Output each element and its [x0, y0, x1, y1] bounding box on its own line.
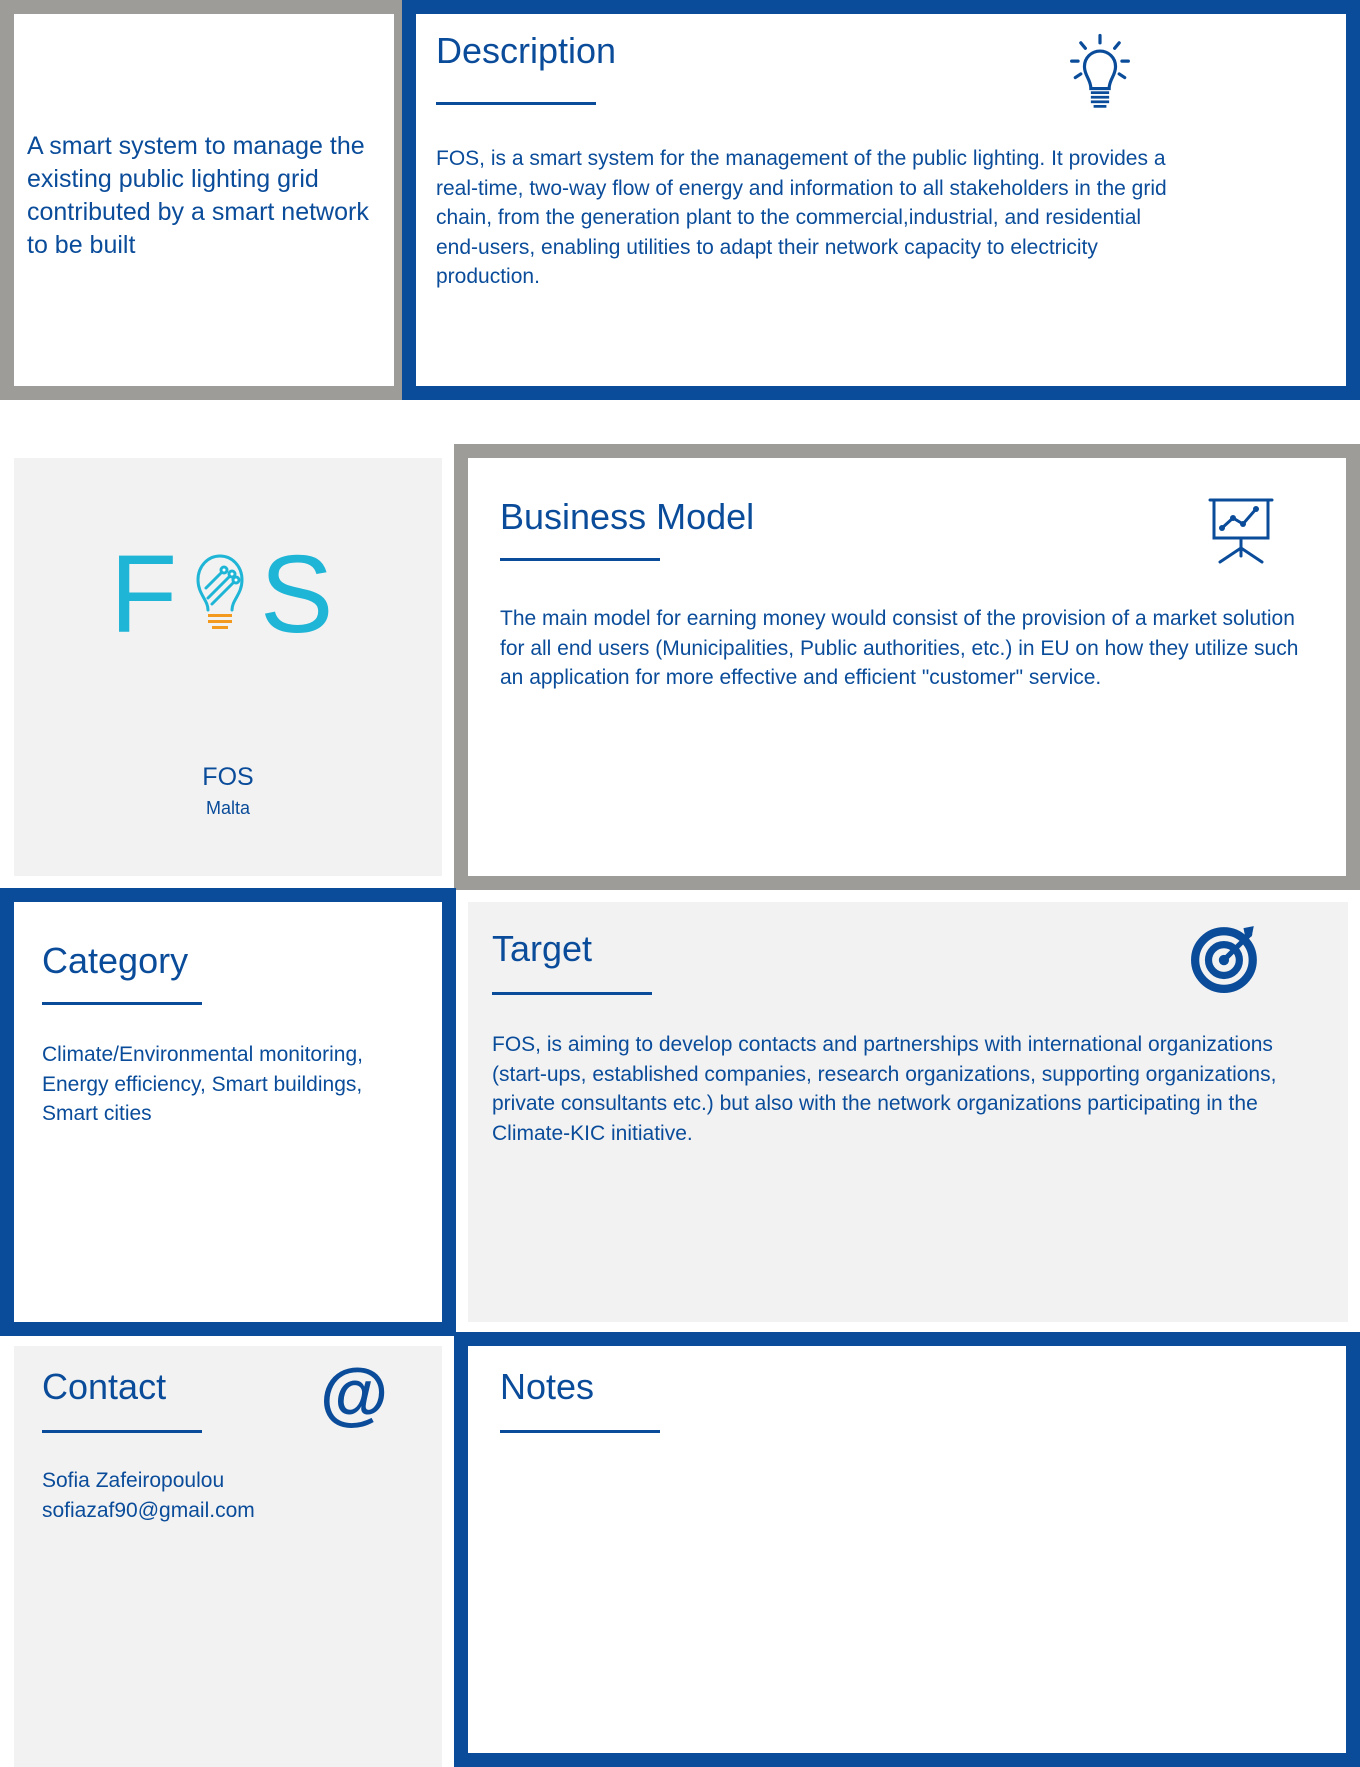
- contact-underline: [42, 1430, 202, 1433]
- contact-email[interactable]: sofiazaf90@gmail.com: [42, 1496, 255, 1526]
- description-text: FOS, is a smart system for the managemen…: [436, 147, 1167, 288]
- notes-underline: [500, 1430, 660, 1433]
- category-underline: [42, 1002, 202, 1005]
- category-title: Category: [42, 940, 189, 981]
- logo-letter-s: S: [260, 533, 334, 656]
- target-card: Target FOS, is aiming to develop contact…: [468, 902, 1348, 1322]
- svg-text:@: @: [319, 1360, 387, 1430]
- notes-card: Notes: [454, 1332, 1360, 1767]
- contact-name: Sofia Zafeiropoulou: [42, 1469, 225, 1492]
- company-country: Malta: [205, 798, 250, 818]
- description-card: Description FOS, is a smart system for t…: [402, 0, 1360, 400]
- target-icon: [1191, 926, 1257, 993]
- target-title: Target: [492, 928, 593, 969]
- company-card: F S FOS Malta: [14, 458, 442, 876]
- notes-title: Notes: [500, 1366, 595, 1407]
- target-underline: [492, 992, 652, 995]
- at-sign-icon: @: [319, 1360, 387, 1430]
- business-model-underline: [500, 558, 660, 561]
- logo-letter-f: F: [110, 533, 178, 656]
- tagline-text: A smart system to manage the existing pu…: [27, 132, 369, 259]
- business-model-card: Business Model The main model for earnin…: [454, 444, 1360, 890]
- category-card: Category Climate/Environmental monitorin…: [0, 888, 456, 1336]
- presentation-chart-icon: [1208, 498, 1274, 564]
- company-logo: F S: [110, 540, 350, 660]
- lightbulb-icon: [1070, 33, 1130, 108]
- contact-title: Contact: [42, 1366, 167, 1407]
- company-name: FOS: [202, 763, 254, 791]
- business-model-text: The main model for earning money would c…: [500, 607, 1299, 689]
- contact-card: Contact @ Sofia Zafeiropoulou sofiazaf90…: [14, 1346, 442, 1767]
- description-underline: [436, 102, 596, 105]
- business-model-title: Business Model: [500, 496, 755, 537]
- description-title: Description: [436, 30, 617, 71]
- category-text: Climate/Environmental monitoring, Energy…: [42, 1043, 363, 1125]
- tagline-card: A smart system to manage the existing pu…: [0, 0, 408, 400]
- target-text: FOS, is aiming to develop contacts and p…: [492, 1033, 1277, 1145]
- logo-bulb-icon: [196, 554, 244, 629]
